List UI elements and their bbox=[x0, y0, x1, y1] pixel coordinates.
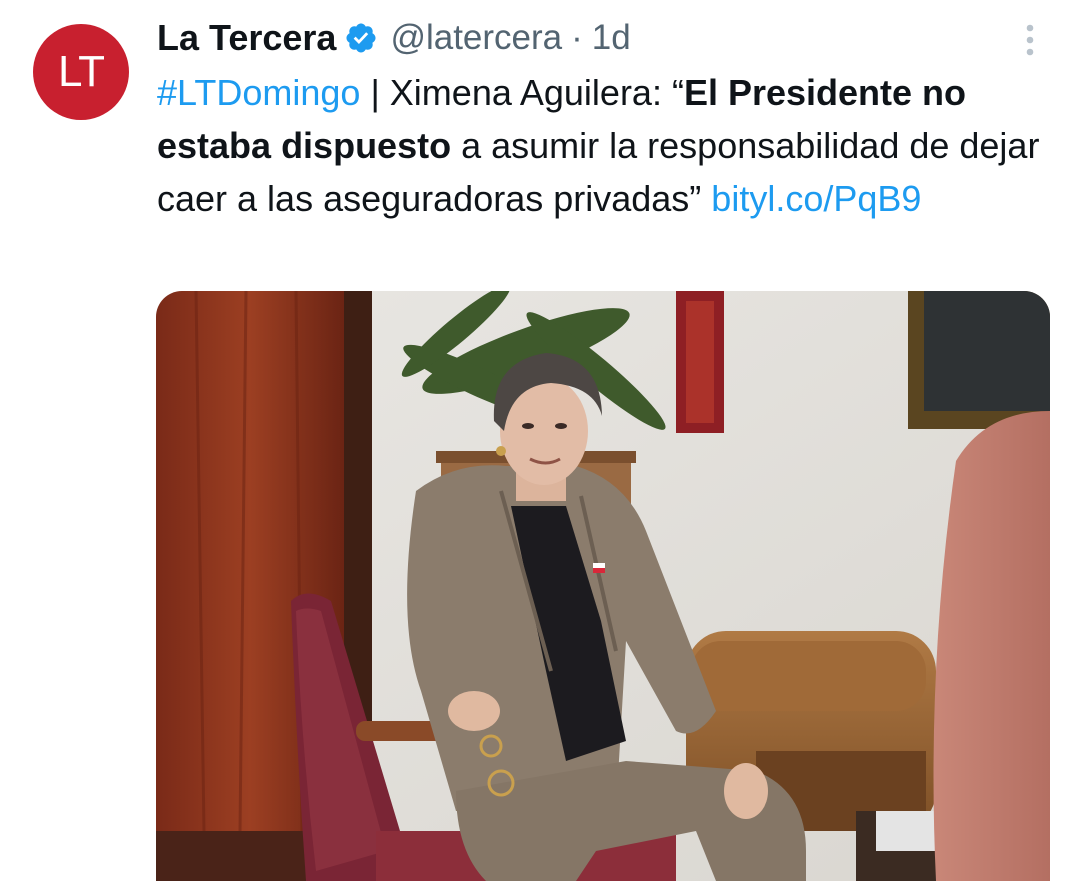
timestamp[interactable]: 1d bbox=[592, 18, 631, 58]
tweet-text-segment: | Ximena Aguilera: “ bbox=[360, 72, 684, 113]
hashtag-link[interactable]: #LTDomingo bbox=[157, 72, 360, 113]
verified-badge-icon bbox=[344, 21, 378, 55]
tweet-header: La Tercera @latercera · 1d bbox=[157, 14, 631, 62]
tweet[interactable]: LT La Tercera @latercera · 1d #LTDomingo… bbox=[0, 0, 1080, 881]
tweet-photo-image bbox=[156, 291, 1050, 881]
tweet-text: #LTDomingo | Ximena Aguilera: “El Presid… bbox=[157, 66, 1057, 225]
more-vertical-icon bbox=[1026, 24, 1034, 56]
avatar[interactable]: LT bbox=[33, 24, 129, 120]
tweet-photo[interactable] bbox=[156, 291, 1050, 881]
more-button[interactable] bbox=[1012, 22, 1048, 58]
handle[interactable]: @latercera bbox=[390, 18, 562, 58]
display-name[interactable]: La Tercera bbox=[157, 17, 336, 59]
avatar-initials: LT bbox=[57, 47, 105, 96]
separator-dot: · bbox=[571, 18, 583, 57]
article-link[interactable]: bityl.co/PqB9 bbox=[711, 178, 921, 219]
